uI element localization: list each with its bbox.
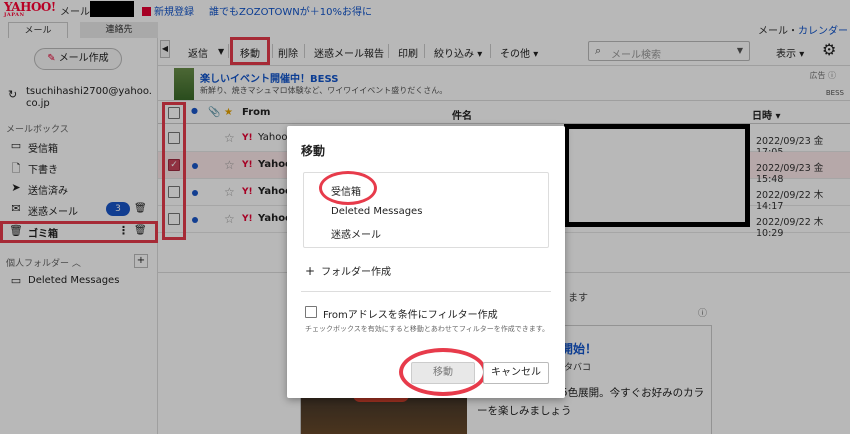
folder-option-deleted-messages[interactable]: Deleted Messages bbox=[331, 206, 422, 217]
move-dialog: 移動 受信箱 Deleted Messages 迷惑メール + フォルダー作成 F… bbox=[287, 126, 565, 398]
filter-checkbox[interactable] bbox=[305, 306, 317, 318]
inbox-option-highlight-annotation bbox=[319, 171, 377, 205]
move-button-highlight-annotation bbox=[399, 348, 487, 396]
filter-help-text: チェックボックスを有効にすると移動とあわせてフィルターを作成できます。 bbox=[305, 325, 550, 333]
cancel-button[interactable]: キャンセル bbox=[483, 362, 549, 384]
dialog-divider bbox=[301, 291, 551, 292]
filter-checkbox-label[interactable]: Fromアドレスを条件にフィルター作成 bbox=[323, 306, 498, 321]
plus-icon: + bbox=[305, 264, 316, 278]
create-folder-button[interactable]: + フォルダー作成 bbox=[305, 263, 391, 278]
folder-option-spam[interactable]: 迷惑メール bbox=[331, 226, 381, 241]
dialog-title: 移動 bbox=[301, 144, 326, 158]
